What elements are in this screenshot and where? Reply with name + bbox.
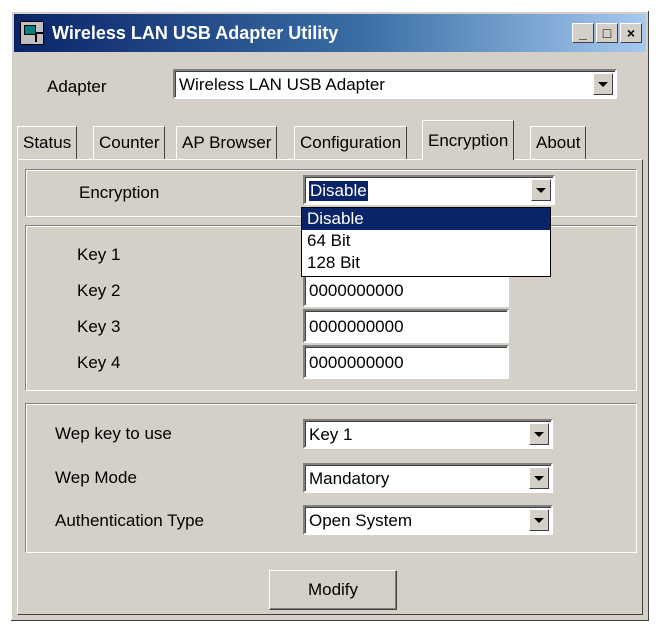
encryption-dropdown-list: Disable 64 Bit 128 Bit xyxy=(301,207,551,277)
app-window: Wireless LAN USB Adapter Utility _ □ × A… xyxy=(10,10,650,622)
wep-key-value: Key 1 xyxy=(309,425,353,444)
window-controls: _ □ × xyxy=(572,23,642,43)
key-3-label: Key 3 xyxy=(77,317,121,336)
window-title: Wireless LAN USB Adapter Utility xyxy=(52,22,339,43)
tab-configuration[interactable]: Configuration xyxy=(294,126,408,160)
key-3-field[interactable]: 0000000000 xyxy=(303,309,509,343)
auth-type-select[interactable]: Open System xyxy=(303,505,553,535)
tab-status[interactable]: Status xyxy=(17,126,78,160)
adapter-select-value: Wireless LAN USB Adapter xyxy=(179,75,385,94)
chevron-down-icon[interactable] xyxy=(531,179,551,201)
encryption-label: Encryption xyxy=(79,183,160,202)
key-4-label: Key 4 xyxy=(77,353,121,372)
encryption-select-value: Disable xyxy=(309,181,368,201)
wep-mode-label: Wep Mode xyxy=(55,468,137,487)
chevron-down-icon[interactable] xyxy=(593,73,613,95)
key-2-field[interactable]: 0000000000 xyxy=(303,273,509,307)
key-4-value: 0000000000 xyxy=(309,353,404,372)
title-bar[interactable]: Wireless LAN USB Adapter Utility _ □ × xyxy=(14,14,646,52)
chevron-down-icon[interactable] xyxy=(529,467,549,489)
modify-button[interactable]: Modify xyxy=(269,570,397,610)
dropdown-option-disable[interactable]: Disable xyxy=(302,208,550,230)
tab-strip: Status Counter AP Browser Configuration … xyxy=(17,120,643,160)
chevron-down-icon[interactable] xyxy=(529,423,549,445)
dropdown-option-128-bit[interactable]: 128 Bit xyxy=(302,252,550,274)
tab-encryption[interactable]: Encryption xyxy=(422,120,515,160)
adapter-label: Adapter xyxy=(47,77,107,96)
key-1-label: Key 1 xyxy=(77,245,121,264)
close-button[interactable]: × xyxy=(620,23,642,43)
tab-counter[interactable]: Counter xyxy=(93,126,166,160)
maximize-button[interactable]: □ xyxy=(596,23,618,43)
wep-mode-select[interactable]: Mandatory xyxy=(303,463,553,493)
adapter-select[interactable]: Wireless LAN USB Adapter xyxy=(173,69,617,99)
wep-key-select[interactable]: Key 1 xyxy=(303,419,553,449)
key-2-label: Key 2 xyxy=(77,281,121,300)
wireless-adapter-icon xyxy=(20,21,44,45)
tab-ap-browser[interactable]: AP Browser xyxy=(176,126,278,160)
key-4-field[interactable]: 0000000000 xyxy=(303,345,509,379)
key-2-value: 0000000000 xyxy=(309,281,404,300)
auth-type-value: Open System xyxy=(309,511,412,530)
encryption-select[interactable]: Disable xyxy=(303,175,555,205)
auth-type-label: Authentication Type xyxy=(55,511,205,530)
chevron-down-icon[interactable] xyxy=(529,509,549,531)
wep-mode-value: Mandatory xyxy=(309,469,390,488)
tab-about[interactable]: About xyxy=(530,126,587,160)
wep-key-label: Wep key to use xyxy=(55,424,172,443)
dropdown-option-64-bit[interactable]: 64 Bit xyxy=(302,230,550,252)
minimize-button[interactable]: _ xyxy=(572,23,594,43)
key-3-value: 0000000000 xyxy=(309,317,404,336)
